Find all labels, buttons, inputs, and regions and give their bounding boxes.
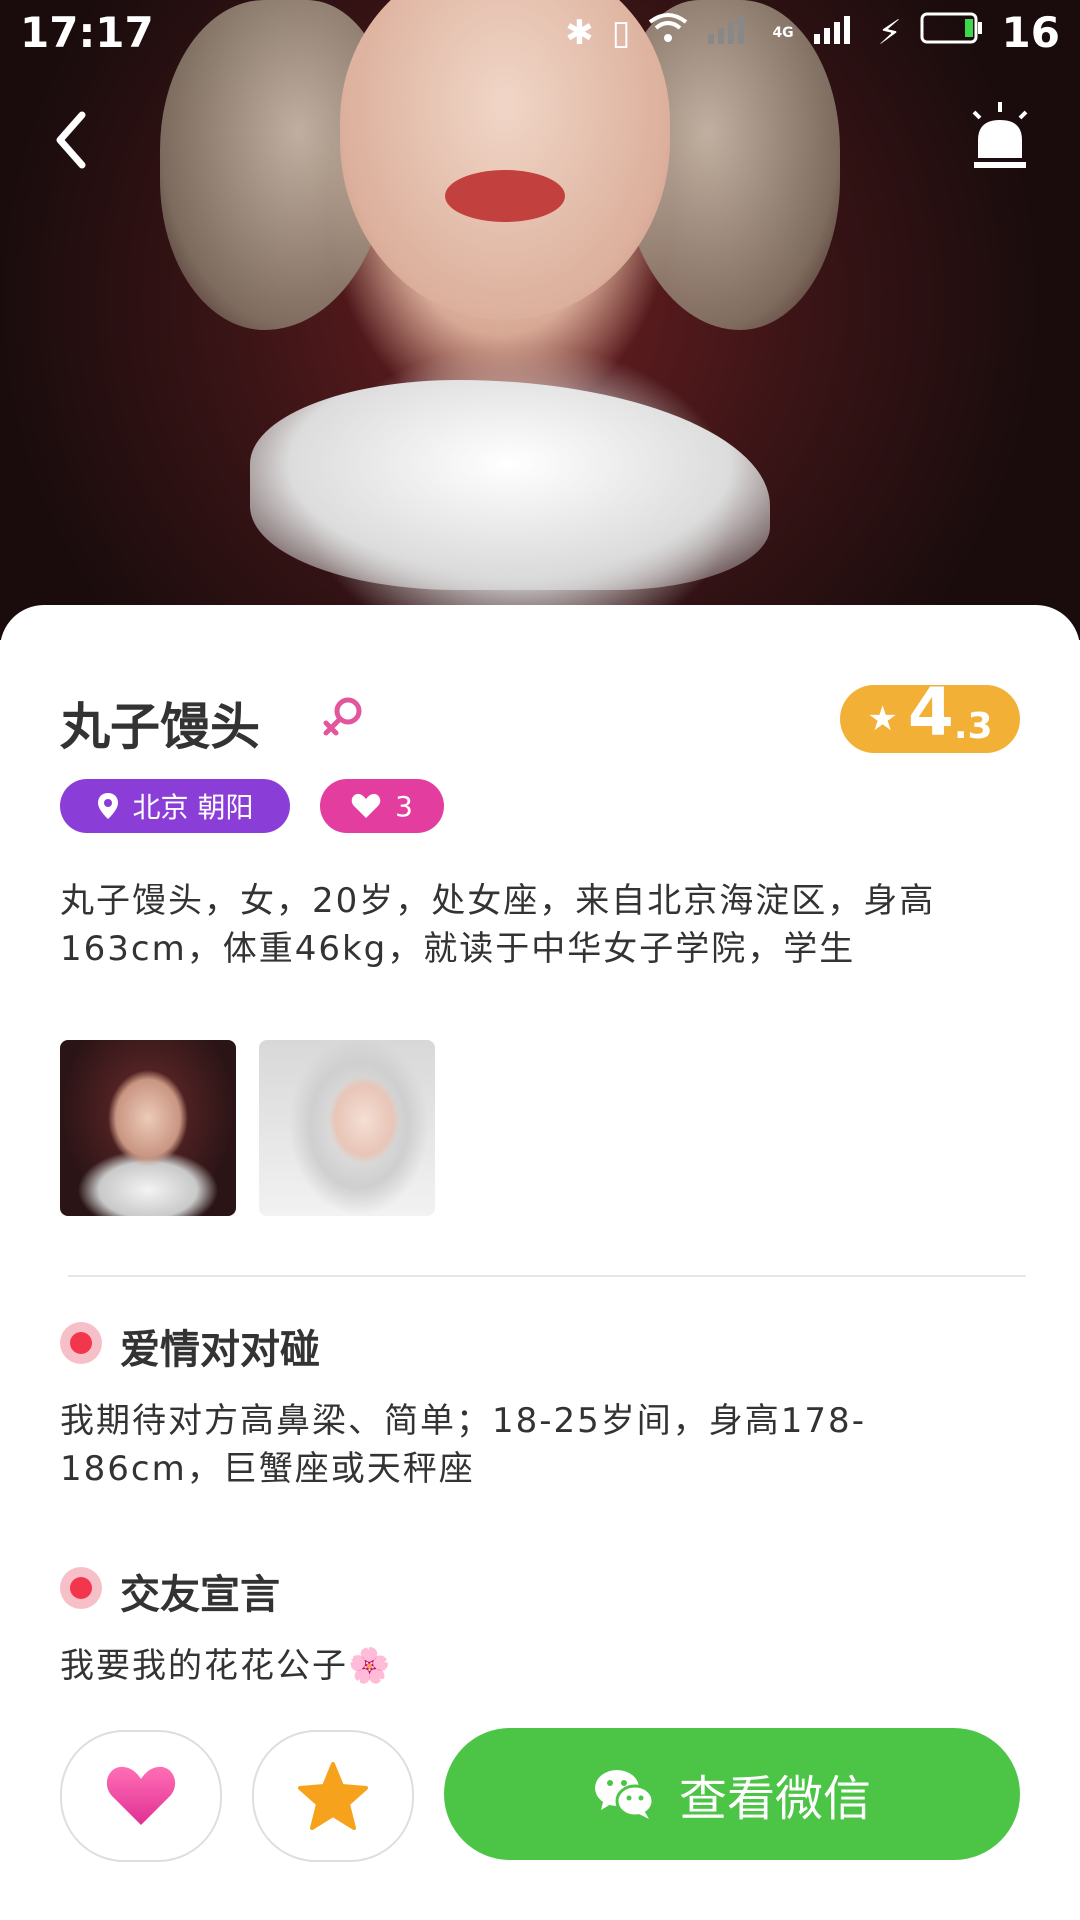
section-text-declaration: 我要我的花花公子🌸 [60, 1646, 393, 1686]
report-button[interactable] [960, 100, 1040, 180]
section-dot-icon [60, 1567, 102, 1609]
section-text-love-match: 我期待对方高鼻梁、简单；18-25岁间，身高178-186cm，巨蟹座或天秤座 [60, 1401, 866, 1489]
chevron-left-icon [56, 111, 86, 169]
rating-decimal: .3 [953, 705, 993, 747]
photo-detail [250, 380, 770, 590]
favorite-button[interactable] [252, 1730, 414, 1862]
network-type: 4G [772, 24, 794, 41]
profile-name: 丸子馒头 [60, 698, 260, 756]
profile-cover-photo[interactable] [0, 0, 1080, 640]
divider [68, 1275, 1026, 1277]
star-icon: ★ [867, 699, 898, 739]
rating-badge: ★ 4 .3 [840, 680, 1020, 753]
wechat-icon [594, 1770, 655, 1819]
section-dot-icon [60, 1322, 102, 1364]
wifi-icon [648, 12, 688, 53]
alarm-icon [972, 102, 1028, 168]
profile-card: 丸子馒头 ★ 4 .3 北京 朝阳 3 丸子馒头，女，20岁，处女座，来自北京海… [0, 605, 1080, 1920]
star-icon [298, 1762, 368, 1830]
like-count: 3 [395, 789, 413, 823]
heart-icon [106, 1766, 176, 1825]
view-wechat-button[interactable]: 查看微信 [444, 1728, 1020, 1860]
signal-icon [706, 12, 754, 53]
female-icon [320, 693, 366, 739]
status-time: 17:17 [20, 8, 154, 57]
signal-4g-icon [812, 12, 860, 53]
section-title-declaration: 交友宣言 [120, 1572, 280, 1618]
heart-icon [351, 793, 381, 818]
photo-thumbnail[interactable] [259, 1040, 435, 1216]
view-wechat-label: 查看微信 [678, 1771, 871, 1827]
like-count-tag: 3 [320, 779, 444, 833]
photo-detail [445, 170, 565, 222]
bluetooth-icon: ✱ [565, 12, 594, 53]
rating-integer: 4 [907, 674, 954, 751]
status-icons: ✱ ▯ 4G ⚡ 16 [565, 8, 1060, 57]
like-button[interactable] [60, 1730, 222, 1862]
battery-icon [920, 11, 984, 54]
photo-thumbnail[interactable] [60, 1040, 236, 1216]
section-title-love-match: 爱情对对碰 [120, 1327, 320, 1373]
profile-intro: 丸子馒头，女，20岁，处女座，来自北京海淀区，身高163cm，体重46kg，就读… [60, 881, 936, 969]
status-bar: 17:17 ✱ ▯ 4G ⚡ 16 [0, 0, 1080, 64]
back-button[interactable] [40, 105, 110, 175]
location-pin-icon [97, 793, 118, 819]
battery-level: 16 [1001, 8, 1060, 57]
location-tag: 北京 朝阳 [60, 779, 290, 833]
charging-icon: ⚡ [877, 12, 902, 53]
location-text: 北京 朝阳 [132, 791, 254, 824]
vibrate-icon: ▯ [611, 12, 631, 53]
